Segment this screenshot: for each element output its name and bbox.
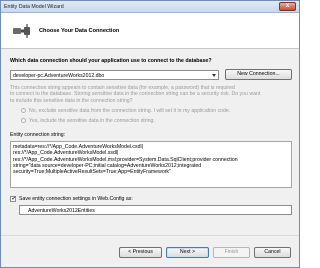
close-button[interactable]: x (279, 2, 296, 11)
save-settings-checkbox[interactable]: ✔ (10, 196, 16, 202)
next-label: Next > (179, 249, 196, 255)
sensitive-line: to include this sensitive data in the co… (10, 97, 133, 104)
cancel-label: Cancel (264, 249, 281, 255)
connection-select[interactable]: developer-pc.AdventureWorks2012.dbo (10, 70, 219, 80)
next-button[interactable]: Next > (166, 247, 209, 258)
connection-question: Which data connection should your applic… (10, 58, 212, 64)
close-icon: x (285, 3, 290, 9)
entity-connection-string-box[interactable]: metadata=res://*/App_Code.AdventureWorks… (10, 141, 292, 188)
finish-button[interactable]: Finish (213, 247, 250, 258)
previous-button[interactable]: < Previous (119, 247, 162, 258)
chevron-down-icon[interactable] (212, 74, 216, 77)
page-title: Choose Your Data Connection (39, 28, 120, 34)
sensitive-data-message: This connection string appears to contai… (10, 85, 292, 104)
wizard-window: Entity Data Model Wizard x Choose Your D… (0, 0, 300, 268)
new-connection-button[interactable]: New Connection... (225, 69, 292, 80)
wizard-content: Which data connection should your applic… (1, 50, 299, 235)
sensitive-line: to connect to the database. Storing sens… (10, 91, 261, 98)
radio-include-label: Yes, include the sensitive data in the c… (29, 118, 155, 124)
plug-connector-icon (13, 24, 30, 38)
radio-button[interactable] (21, 118, 26, 124)
entity-connection-label: Entity connection string: (10, 132, 66, 138)
radio-button[interactable] (21, 108, 26, 114)
save-settings-label: Save entity connection settings in Web.C… (19, 196, 133, 202)
connection-name-field[interactable]: AdventureWorks2012Entities (19, 205, 292, 215)
finish-label: Finish (224, 249, 239, 255)
connection-string-line: security=True;MultipleActiveResultSets=T… (13, 169, 171, 176)
previous-label: < Previous (128, 249, 153, 255)
cancel-button[interactable]: Cancel (254, 247, 291, 258)
radio-exclude-label: No, exclude sensitive data from the conn… (29, 108, 231, 114)
wizard-header: Choose Your Data Connection (1, 13, 299, 49)
wizard-footer: < Previous Next > Finish Cancel (1, 235, 299, 267)
checkmark-icon: ✔ (11, 196, 17, 202)
connection-select-value: developer-pc.AdventureWorks2012.dbo (13, 72, 105, 79)
title-bar[interactable]: Entity Data Model Wizard x (1, 1, 299, 13)
window-title: Entity Data Model Wizard (4, 4, 64, 10)
new-connection-label: New Connection... (237, 71, 280, 77)
connection-name-value: AdventureWorks2012Entities (28, 207, 95, 214)
